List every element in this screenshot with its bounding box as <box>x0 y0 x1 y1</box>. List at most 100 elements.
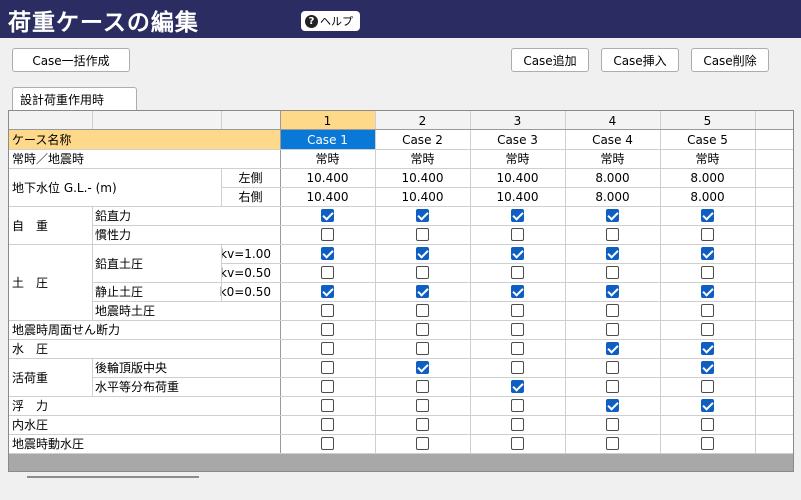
case-name-cell[interactable]: Case 4 <box>565 130 660 149</box>
case-insert-button[interactable]: Case挿入 <box>601 48 679 72</box>
live-load-horizontal-checkbox[interactable] <box>511 380 524 393</box>
buoyancy-checkbox[interactable] <box>321 399 334 412</box>
groundwater-left-value[interactable]: 10.400 <box>280 168 375 187</box>
self-weight-inertia-checkbox[interactable] <box>701 228 714 241</box>
earth-pressure-kv05-checkbox[interactable] <box>321 266 334 279</box>
case-delete-button[interactable]: Case削除 <box>691 48 769 72</box>
live-load-rear-checkbox[interactable] <box>701 361 714 374</box>
water-pressure-checkbox[interactable] <box>416 342 429 355</box>
internal-water-checkbox[interactable] <box>606 418 619 431</box>
water-pressure-checkbox[interactable] <box>701 342 714 355</box>
internal-water-checkbox[interactable] <box>701 418 714 431</box>
shear-checkbox[interactable] <box>511 323 524 336</box>
earth-pressure-k0-checkbox[interactable] <box>606 285 619 298</box>
live-load-horizontal-checkbox[interactable] <box>416 380 429 393</box>
case-add-button[interactable]: Case追加 <box>511 48 589 72</box>
earth-pressure-kv1-checkbox[interactable] <box>321 247 334 260</box>
self-weight-vertical-checkbox[interactable] <box>321 209 334 222</box>
mode-cell[interactable]: 常時 <box>375 149 470 168</box>
groundwater-label: 地下水位 G.L.- (m) <box>12 180 117 195</box>
shear-checkbox[interactable] <box>606 323 619 336</box>
case-name-cell[interactable]: Case 2 <box>375 130 470 149</box>
case-name-cell[interactable]: Case 1 <box>280 130 375 149</box>
earth-pressure-k0-checkbox[interactable] <box>701 285 714 298</box>
earth-pressure-kv1-checkbox[interactable] <box>416 247 429 260</box>
dynamic-water-label: 地震時動水圧 <box>12 437 85 451</box>
self-weight-vertical-checkbox[interactable] <box>701 209 714 222</box>
dynamic-water-checkbox[interactable] <box>606 437 619 450</box>
live-load-horizontal-checkbox[interactable] <box>701 380 714 393</box>
dynamic-water-checkbox[interactable] <box>321 437 334 450</box>
buoyancy-checkbox[interactable] <box>416 399 429 412</box>
shear-checkbox[interactable] <box>321 323 334 336</box>
buoyancy-checkbox[interactable] <box>701 399 714 412</box>
self-weight-vertical-checkbox[interactable] <box>511 209 524 222</box>
water-pressure-checkbox[interactable] <box>321 342 334 355</box>
mode-cell[interactable]: 常時 <box>280 149 375 168</box>
earth-pressure-kv1-checkbox[interactable] <box>701 247 714 260</box>
self-weight-inertia-checkbox[interactable] <box>416 228 429 241</box>
live-load-rear-checkbox[interactable] <box>606 361 619 374</box>
live-load-horizontal-checkbox[interactable] <box>606 380 619 393</box>
earth-pressure-seismic-checkbox[interactable] <box>511 304 524 317</box>
horizontal-scrollbar[interactable] <box>27 476 199 478</box>
groundwater-right-value[interactable]: 10.400 <box>280 187 375 206</box>
earth-pressure-k0-checkbox[interactable] <box>511 285 524 298</box>
column-header[interactable]: 3 <box>470 111 565 130</box>
earth-pressure-seismic-checkbox[interactable] <box>416 304 429 317</box>
self-weight-inertia-checkbox[interactable] <box>511 228 524 241</box>
earth-pressure-k0-checkbox[interactable] <box>416 285 429 298</box>
self-weight-vertical-checkbox[interactable] <box>606 209 619 222</box>
dynamic-water-checkbox[interactable] <box>511 437 524 450</box>
column-header[interactable]: 2 <box>375 111 470 130</box>
case-name-cell[interactable]: Case 3 <box>470 130 565 149</box>
buoyancy-checkbox[interactable] <box>606 399 619 412</box>
water-pressure-checkbox[interactable] <box>511 342 524 355</box>
case-bulk-create-button[interactable]: Case一括作成 <box>12 48 130 72</box>
groundwater-right-value[interactable]: 10.400 <box>470 187 565 206</box>
dynamic-water-checkbox[interactable] <box>416 437 429 450</box>
self-weight-vertical-checkbox[interactable] <box>416 209 429 222</box>
question-circle-icon: ? <box>305 14 318 28</box>
earth-pressure-seismic-checkbox[interactable] <box>321 304 334 317</box>
buoyancy-checkbox[interactable] <box>511 399 524 412</box>
internal-water-checkbox[interactable] <box>511 418 524 431</box>
shear-checkbox[interactable] <box>416 323 429 336</box>
groundwater-left-value[interactable]: 10.400 <box>470 168 565 187</box>
case-name-cell[interactable]: Case 5 <box>660 130 755 149</box>
groundwater-right-value[interactable]: 10.400 <box>375 187 470 206</box>
column-header[interactable]: 4 <box>565 111 660 130</box>
self-weight-inertia-checkbox[interactable] <box>321 228 334 241</box>
live-load-rear-checkbox[interactable] <box>321 361 334 374</box>
earth-pressure-kv05-checkbox[interactable] <box>606 266 619 279</box>
mode-cell[interactable]: 常時 <box>660 149 755 168</box>
earth-pressure-seismic-checkbox[interactable] <box>701 304 714 317</box>
help-button[interactable]: ? ヘルプ <box>301 11 360 31</box>
groundwater-left-value[interactable]: 8.000 <box>565 168 660 187</box>
self-weight-inertia-checkbox[interactable] <box>606 228 619 241</box>
earth-pressure-kv05-checkbox[interactable] <box>416 266 429 279</box>
groundwater-right-value[interactable]: 8.000 <box>660 187 755 206</box>
internal-water-checkbox[interactable] <box>416 418 429 431</box>
water-pressure-checkbox[interactable] <box>606 342 619 355</box>
tab-design-load[interactable]: 設計荷重作用時 <box>12 87 137 111</box>
earth-pressure-kv1-checkbox[interactable] <box>606 247 619 260</box>
earth-pressure-kv1-checkbox[interactable] <box>511 247 524 260</box>
internal-water-checkbox[interactable] <box>321 418 334 431</box>
groundwater-left-value[interactable]: 8.000 <box>660 168 755 187</box>
earth-pressure-k0-checkbox[interactable] <box>321 285 334 298</box>
earth-pressure-seismic-checkbox[interactable] <box>606 304 619 317</box>
dynamic-water-checkbox[interactable] <box>701 437 714 450</box>
column-header[interactable]: 1 <box>280 111 375 130</box>
earth-pressure-kv05-checkbox[interactable] <box>701 266 714 279</box>
live-load-rear-checkbox[interactable] <box>511 361 524 374</box>
earth-pressure-kv05-checkbox[interactable] <box>511 266 524 279</box>
shear-checkbox[interactable] <box>701 323 714 336</box>
mode-cell[interactable]: 常時 <box>565 149 660 168</box>
column-header[interactable]: 5 <box>660 111 755 130</box>
groundwater-right-value[interactable]: 8.000 <box>565 187 660 206</box>
groundwater-left-value[interactable]: 10.400 <box>375 168 470 187</box>
live-load-horizontal-checkbox[interactable] <box>321 380 334 393</box>
mode-cell[interactable]: 常時 <box>470 149 565 168</box>
live-load-rear-checkbox[interactable] <box>416 361 429 374</box>
